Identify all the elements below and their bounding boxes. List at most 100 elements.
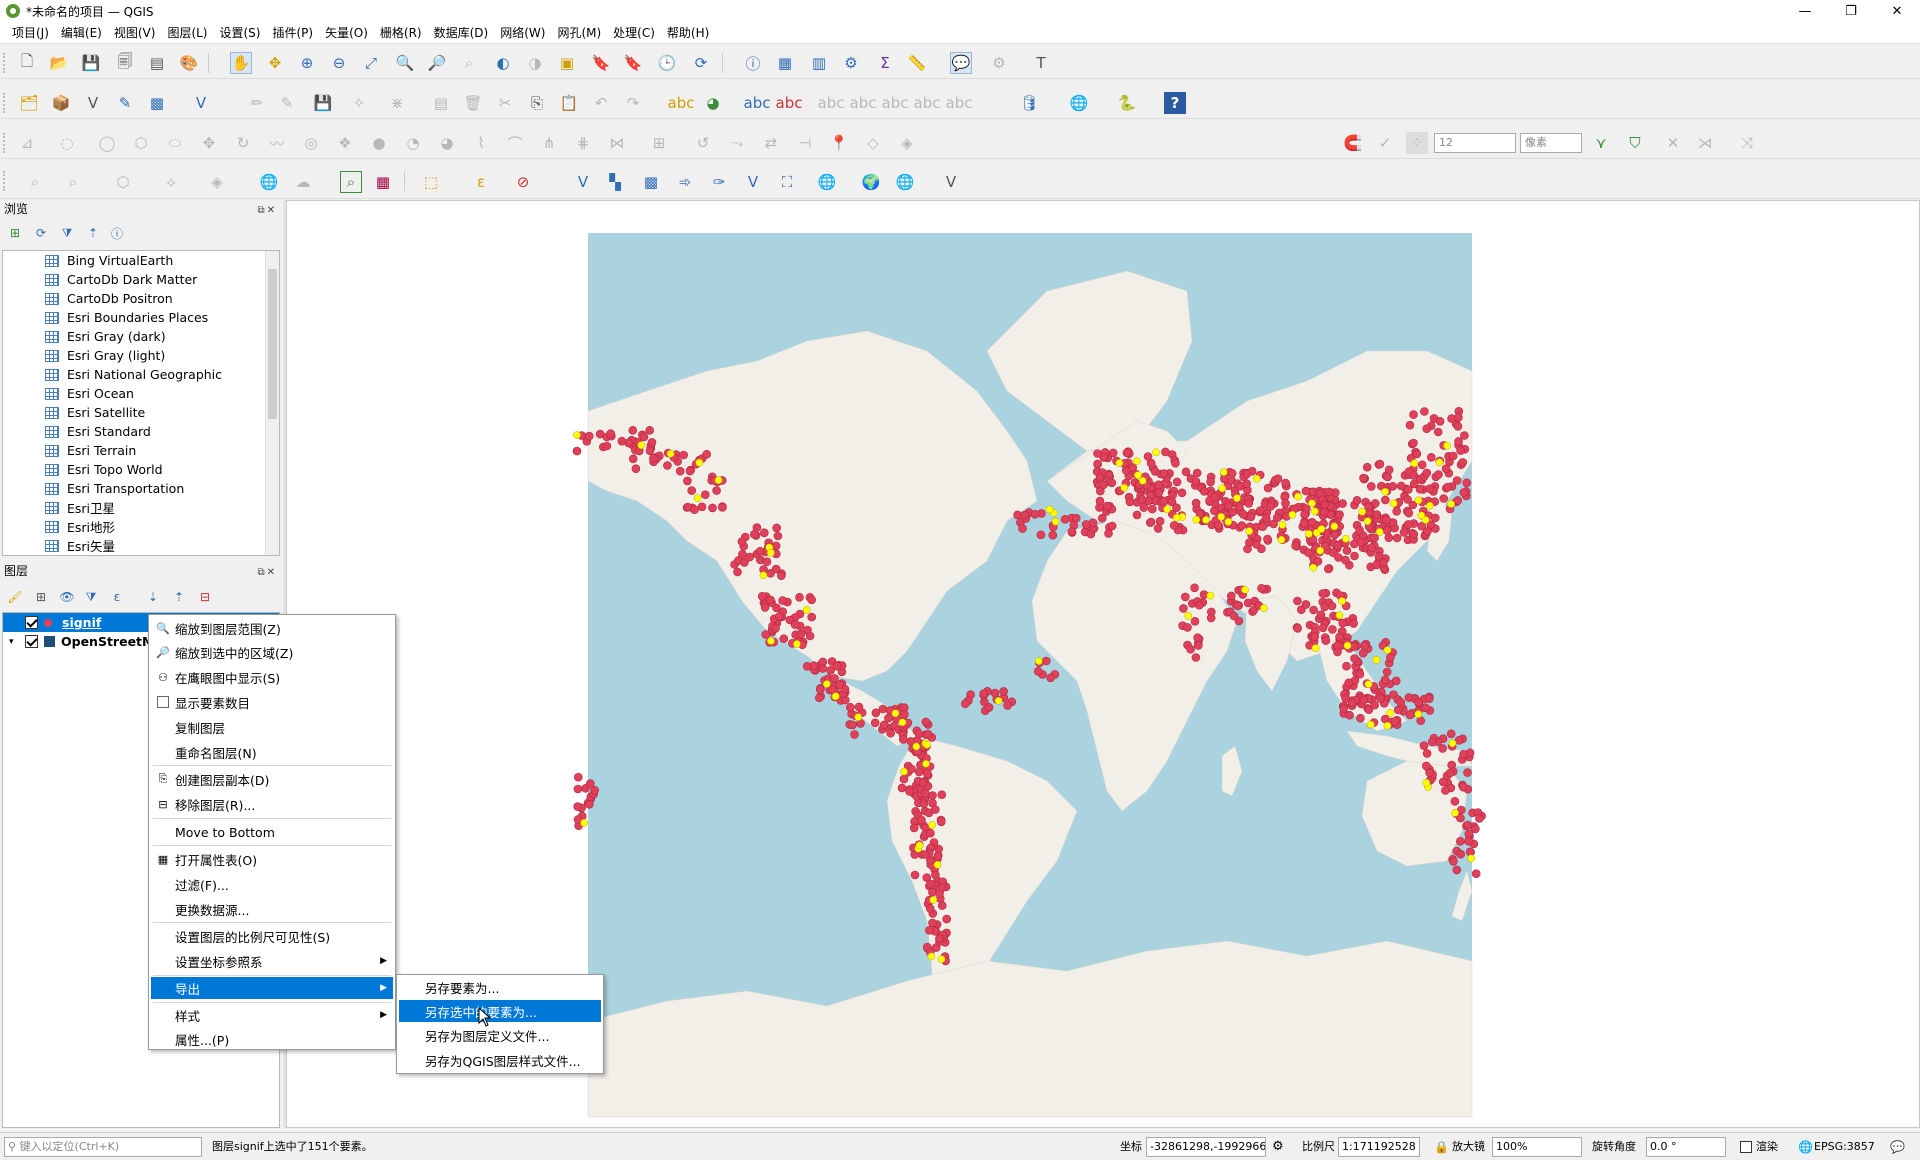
menu-plugins[interactable]: 插件(P) bbox=[266, 24, 319, 41]
add-selected-layers-icon[interactable]: ⊞ bbox=[4, 222, 26, 244]
menu-settings[interactable]: 设置(S) bbox=[214, 24, 267, 41]
pan-to-selection-icon[interactable]: ✥ bbox=[264, 52, 286, 74]
close-button[interactable]: ✕ bbox=[1874, 0, 1920, 22]
vector-tool-2-icon[interactable]: V bbox=[742, 171, 764, 193]
browser-item[interactable]: CartoDb Positron bbox=[3, 289, 279, 308]
cloud-icon[interactable]: ☁ bbox=[292, 171, 314, 193]
menu-change-data-source[interactable]: 更换数据源... bbox=[151, 898, 393, 920]
pan-map-icon[interactable]: ✋ bbox=[230, 52, 252, 74]
label-toolbar-icon[interactable]: abc bbox=[668, 92, 695, 114]
filter-expression-icon[interactable]: ε bbox=[106, 586, 128, 608]
menu-zoom-to-layer[interactable]: 🔍 缩放到图层范围(Z) bbox=[151, 617, 393, 639]
menu-set-scale-visibility[interactable]: 设置图层的比例尺可见性(S) bbox=[151, 925, 393, 947]
zoom-to-native-icon[interactable]: ⌕ bbox=[458, 52, 480, 74]
rotate-point-icon[interactable]: ↺ bbox=[692, 132, 714, 154]
collapse-all-icon[interactable]: ⇡ bbox=[168, 586, 190, 608]
add-group-icon[interactable]: ⊞ bbox=[30, 586, 52, 608]
raster-tool-icon[interactable]: ▩ bbox=[640, 171, 662, 193]
menu-save-selected-features-as[interactable]: 另存选中的要素为... bbox=[399, 1000, 601, 1022]
snapping-tolerance-input[interactable]: 12 bbox=[1434, 133, 1516, 153]
zoom-out-icon[interactable]: ⊖ bbox=[328, 52, 350, 74]
filter-legend-icon[interactable]: ⧩ bbox=[80, 586, 102, 608]
browser-item[interactable]: Esri Boundaries Places bbox=[3, 308, 279, 327]
browser-item[interactable]: Esri卫星 bbox=[3, 498, 279, 517]
menu-copy-layer[interactable]: 复制图层 bbox=[151, 716, 393, 738]
collapse-all-icon[interactable]: ⇡ bbox=[82, 222, 104, 244]
select-by-location-icon[interactable]: ⌕ bbox=[24, 171, 46, 193]
browser-item[interactable]: Esri Transportation bbox=[3, 479, 279, 498]
statistical-summary-icon[interactable]: Σ bbox=[874, 52, 896, 74]
style-panel-icon[interactable]: 🖌 bbox=[4, 586, 26, 608]
snapping-unit-select[interactable]: 像素 bbox=[1520, 133, 1582, 153]
browser-item[interactable]: Bing VirtualEarth bbox=[3, 251, 279, 270]
network-plugin-icon[interactable]: 🌐 bbox=[1068, 92, 1090, 114]
intersection-snapping-icon[interactable]: ✕ bbox=[1662, 132, 1684, 154]
menu-duplicate-layer[interactable]: ⎘ 创建图层副本(D) bbox=[151, 768, 393, 790]
move-label-icon[interactable]: abc bbox=[850, 92, 877, 114]
map-tips-icon[interactable]: 💬 bbox=[950, 52, 972, 74]
browser-item[interactable]: Esri Topo World bbox=[3, 460, 279, 479]
refresh-icon[interactable]: ⟳ bbox=[690, 52, 712, 74]
browser-item[interactable]: Esri Ocean bbox=[3, 384, 279, 403]
panel-float-close-icon[interactable]: ⧉✕ bbox=[257, 202, 277, 220]
add-vector-layer-icon[interactable]: V bbox=[82, 92, 104, 114]
menu-set-crs[interactable]: 设置坐标参照系 ▶ bbox=[151, 950, 393, 972]
change-label-icon[interactable]: abc bbox=[914, 92, 941, 114]
menu-save-features-as[interactable]: 另存要素为... bbox=[399, 976, 601, 998]
menu-remove-layer[interactable]: ⊟ 移除图层(R)... bbox=[151, 793, 393, 815]
new-geopackage-layer-icon[interactable]: 📦 bbox=[50, 92, 72, 114]
offset-point-icon[interactable]: ⤳ bbox=[726, 132, 748, 154]
browser-item[interactable]: Esri National Geographic bbox=[3, 365, 279, 384]
menu-processing[interactable]: 处理(C) bbox=[607, 24, 661, 41]
expand-arrow-icon[interactable]: ▾ bbox=[9, 637, 14, 647]
menu-web[interactable]: 网络(W) bbox=[494, 24, 551, 41]
undo-icon[interactable]: ↶ bbox=[590, 92, 612, 114]
field-calculator-icon[interactable]: ▥ bbox=[808, 52, 830, 74]
data-source-manager-icon[interactable]: 🗂 bbox=[18, 92, 40, 114]
self-snapping-icon[interactable]: ⋊ bbox=[1694, 132, 1716, 154]
browser-item[interactable]: CartoDb Dark Matter bbox=[3, 270, 279, 289]
save-project-icon[interactable]: 💾 bbox=[80, 52, 102, 74]
diagram-icon[interactable]: ◕ bbox=[702, 92, 724, 114]
digitize-icon[interactable]: ✎ bbox=[276, 92, 298, 114]
vector-tool-3-icon[interactable]: V bbox=[940, 171, 962, 193]
panel-float-close-icon[interactable]: ⧉✕ bbox=[257, 564, 277, 582]
rotation-spinbox[interactable]: 0.0 ° bbox=[1646, 1137, 1726, 1157]
grid-tool-icon[interactable]: ▚ bbox=[604, 171, 626, 193]
menu-vector[interactable]: 矢量(O) bbox=[319, 24, 374, 41]
new-map-view-icon[interactable]: ▣ bbox=[556, 52, 578, 74]
manage-themes-icon[interactable]: 👁 bbox=[56, 586, 78, 608]
show-hide-labels-icon[interactable]: abc bbox=[818, 92, 845, 114]
minimize-button[interactable]: — bbox=[1782, 0, 1828, 22]
browser-item[interactable]: Esri Terrain bbox=[3, 441, 279, 460]
crs-globe-icon[interactable]: 🌐 bbox=[1798, 1137, 1813, 1157]
magnifier-spinbox[interactable]: 100% bbox=[1492, 1137, 1582, 1157]
identify-features-icon[interactable]: ⓘ bbox=[742, 52, 764, 74]
add-regular-polygon-icon[interactable]: ⬡ bbox=[130, 132, 152, 154]
menu-show-in-overview[interactable]: ⚇ 在鹰眼图中显示(S) bbox=[151, 666, 393, 688]
properties-icon[interactable]: ⓘ bbox=[106, 222, 128, 244]
topological-editing-icon[interactable]: ⋎ bbox=[1590, 132, 1612, 154]
globe-icon[interactable]: 🌐 bbox=[258, 171, 280, 193]
menu-show-feature-count[interactable]: 显示要素数目 bbox=[151, 691, 393, 713]
menu-save-qgis-style[interactable]: 另存为QGIS图层样式文件... bbox=[399, 1049, 601, 1071]
add-ring-icon[interactable]: ◎ bbox=[300, 132, 322, 154]
add-part-icon[interactable]: ❖ bbox=[334, 132, 356, 154]
add-ellipse-icon[interactable]: ⬭ bbox=[164, 132, 186, 154]
zoom-next-icon[interactable]: ◑ bbox=[524, 52, 546, 74]
menu-styles[interactable]: 样式 ▶ bbox=[151, 1004, 393, 1026]
menu-zoom-to-selection[interactable]: 🔎 缩放到选中的区域(Z) bbox=[151, 641, 393, 663]
add-rectangle-icon[interactable]: ◯ bbox=[96, 132, 118, 154]
select-by-expression-icon[interactable]: ε bbox=[470, 171, 492, 193]
snapping-magnet-icon[interactable]: 🧲 bbox=[1342, 132, 1364, 154]
split-features-icon[interactable]: ⋔ bbox=[538, 132, 560, 154]
redo-icon[interactable]: ↷ bbox=[622, 92, 644, 114]
select-polygon-icon[interactable]: ⬡ bbox=[112, 171, 134, 193]
scale-combobox[interactable]: 1:171192528 bbox=[1338, 1137, 1420, 1157]
highlight-label-icon[interactable]: abc bbox=[744, 92, 771, 114]
locator-filter-icon[interactable]: ⚙ bbox=[988, 52, 1010, 74]
delete-part-icon[interactable]: ◕ bbox=[436, 132, 458, 154]
menu-export[interactable]: 导出 ▶ bbox=[151, 977, 393, 999]
add-feature-icon[interactable]: ✧ bbox=[348, 92, 370, 114]
snapping-mode-icon[interactable]: ✓ bbox=[1374, 132, 1396, 154]
